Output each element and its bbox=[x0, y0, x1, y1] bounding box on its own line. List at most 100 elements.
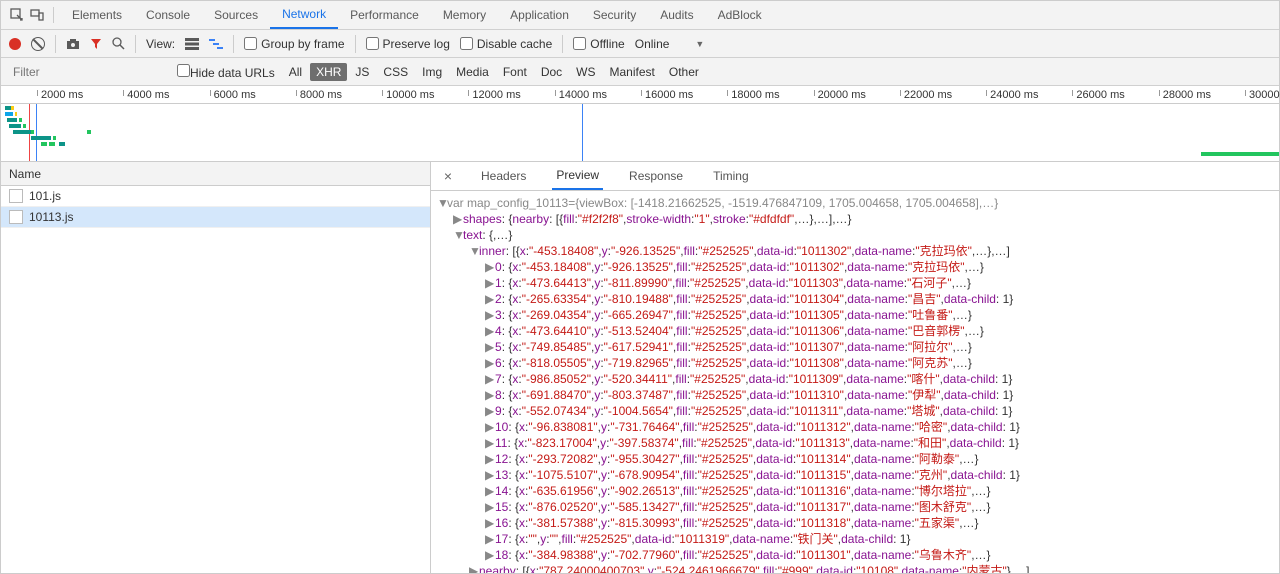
search-icon[interactable] bbox=[112, 37, 125, 50]
network-toolbar: View: Group by frame Preserve log Disabl… bbox=[1, 30, 1279, 58]
tab-application[interactable]: Application bbox=[498, 1, 581, 29]
expand-arrow-icon[interactable]: ▶ bbox=[453, 211, 463, 227]
hide-data-urls-checkbox[interactable]: Hide data URLs bbox=[177, 64, 275, 80]
expand-arrow-icon[interactable]: ▶ bbox=[485, 419, 495, 435]
expand-arrow-icon[interactable]: ▼ bbox=[453, 227, 463, 243]
tree-row[interactable]: ▶13: {x: "-1075.5107", y: "-678.90954", … bbox=[485, 467, 1273, 483]
expand-arrow-icon[interactable]: ▶ bbox=[485, 403, 495, 419]
expand-arrow-icon[interactable]: ▶ bbox=[469, 563, 479, 573]
expand-arrow-icon[interactable]: ▶ bbox=[485, 291, 495, 307]
details-tab-timing[interactable]: Timing bbox=[709, 162, 753, 190]
filter-js[interactable]: JS bbox=[349, 63, 375, 81]
tree-row[interactable]: ▶11: {x: "-823.17004", y: "-397.58374", … bbox=[485, 435, 1273, 451]
filter-font[interactable]: Font bbox=[497, 63, 533, 81]
tree-row[interactable]: ▼inner: [{x: "-453.18408", y: "-926.1352… bbox=[469, 243, 1273, 259]
filter-img[interactable]: Img bbox=[416, 63, 448, 81]
expand-arrow-icon[interactable]: ▶ bbox=[485, 387, 495, 403]
tab-security[interactable]: Security bbox=[581, 1, 648, 29]
tree-row[interactable]: ▼text: {,…} bbox=[453, 227, 1273, 243]
request-list: Name 101.js10113.js bbox=[1, 162, 431, 573]
expand-arrow-icon[interactable]: ▶ bbox=[485, 371, 495, 387]
expand-arrow-icon[interactable]: ▶ bbox=[485, 339, 495, 355]
tab-adblock[interactable]: AdBlock bbox=[706, 1, 774, 29]
tab-console[interactable]: Console bbox=[134, 1, 202, 29]
filter-xhr[interactable]: XHR bbox=[310, 63, 347, 81]
tree-row[interactable]: ▶2: {x: "-265.63354", y: "-810.19488", f… bbox=[485, 291, 1273, 307]
expand-arrow-icon[interactable]: ▶ bbox=[485, 515, 495, 531]
tree-row[interactable]: ▶5: {x: "-749.85485", y: "-617.52941", f… bbox=[485, 339, 1273, 355]
expand-arrow-icon[interactable]: ▶ bbox=[485, 275, 495, 291]
tab-performance[interactable]: Performance bbox=[338, 1, 431, 29]
large-rows-icon[interactable] bbox=[185, 38, 199, 50]
tab-sources[interactable]: Sources bbox=[202, 1, 270, 29]
filter-other[interactable]: Other bbox=[663, 63, 705, 81]
tree-row[interactable]: ▶4: {x: "-473.64410", y: "-513.52404", f… bbox=[485, 323, 1273, 339]
filter-doc[interactable]: Doc bbox=[535, 63, 568, 81]
expand-arrow-icon[interactable]: ▶ bbox=[485, 451, 495, 467]
tree-row[interactable]: ▼var map_config_10113={viewBox: [-1418.2… bbox=[437, 195, 1273, 211]
tree-row[interactable]: ▶12: {x: "-293.72082", y: "-955.30427", … bbox=[485, 451, 1273, 467]
network-timeline[interactable]: 2000 ms4000 ms6000 ms8000 ms10000 ms1200… bbox=[1, 86, 1279, 162]
filter-css[interactable]: CSS bbox=[377, 63, 414, 81]
expand-arrow-icon[interactable]: ▶ bbox=[485, 499, 495, 515]
inspect-icon[interactable] bbox=[7, 5, 27, 25]
waterfall-toggle-icon[interactable] bbox=[209, 38, 223, 50]
details-tab-preview[interactable]: Preview bbox=[552, 162, 603, 190]
tree-row[interactable]: ▶17: {x: "", y: "", fill: "#252525", dat… bbox=[485, 531, 1273, 547]
list-item[interactable]: 10113.js bbox=[1, 207, 430, 228]
tree-row[interactable]: ▶6: {x: "-818.05505", y: "-719.82965", f… bbox=[485, 355, 1273, 371]
tree-row[interactable]: ▶16: {x: "-381.57388", y: "-815.30993", … bbox=[485, 515, 1273, 531]
expand-arrow-icon[interactable]: ▶ bbox=[485, 467, 495, 483]
filter-ws[interactable]: WS bbox=[570, 63, 601, 81]
column-header-name[interactable]: Name bbox=[1, 162, 430, 186]
tree-row[interactable]: ▶15: {x: "-876.02520", y: "-585.13427", … bbox=[485, 499, 1273, 515]
network-filter-bar: Hide data URLs AllXHRJSCSSImgMediaFontDo… bbox=[1, 58, 1279, 86]
expand-arrow-icon[interactable]: ▶ bbox=[485, 307, 495, 323]
tab-memory[interactable]: Memory bbox=[431, 1, 498, 29]
preview-pane[interactable]: ▼var map_config_10113={viewBox: [-1418.2… bbox=[431, 191, 1279, 573]
expand-arrow-icon[interactable]: ▶ bbox=[485, 547, 495, 563]
expand-arrow-icon[interactable]: ▶ bbox=[485, 435, 495, 451]
tree-row[interactable]: ▶14: {x: "-635.61956", y: "-902.26513", … bbox=[485, 483, 1273, 499]
expand-arrow-icon[interactable]: ▶ bbox=[485, 531, 495, 547]
tree-row[interactable]: ▶3: {x: "-269.04354", y: "-665.26947", f… bbox=[485, 307, 1273, 323]
capture-screenshot-icon[interactable] bbox=[66, 38, 80, 50]
view-label: View: bbox=[146, 37, 175, 51]
expand-arrow-icon[interactable]: ▶ bbox=[485, 323, 495, 339]
list-item[interactable]: 101.js bbox=[1, 186, 430, 207]
offline-checkbox[interactable]: Offline bbox=[573, 37, 624, 51]
tree-row[interactable]: ▶shapes: {nearby: [{fill: "#f2f2f8", str… bbox=[453, 211, 1273, 227]
expand-arrow-icon[interactable]: ▶ bbox=[485, 483, 495, 499]
filter-all[interactable]: All bbox=[283, 63, 308, 81]
device-toggle-icon[interactable] bbox=[27, 5, 47, 25]
filter-toggle-icon[interactable] bbox=[90, 38, 102, 50]
tree-row[interactable]: ▶1: {x: "-473.64413", y: "-811.89990", f… bbox=[485, 275, 1273, 291]
filter-media[interactable]: Media bbox=[450, 63, 495, 81]
filter-manifest[interactable]: Manifest bbox=[604, 63, 661, 81]
disable-cache-checkbox[interactable]: Disable cache bbox=[460, 37, 552, 51]
tab-elements[interactable]: Elements bbox=[60, 1, 134, 29]
tree-row[interactable]: ▶0: {x: "-453.18408", y: "-926.13525", f… bbox=[485, 259, 1273, 275]
close-icon[interactable]: × bbox=[437, 168, 459, 184]
tree-row[interactable]: ▶8: {x: "-691.88470", y: "-803.37487", f… bbox=[485, 387, 1273, 403]
tree-row[interactable]: ▶18: {x: "-384.98388", y: "-702.77960", … bbox=[485, 547, 1273, 563]
expand-arrow-icon[interactable]: ▼ bbox=[437, 195, 447, 211]
tree-row[interactable]: ▶7: {x: "-986.85052", y: "-520.34411", f… bbox=[485, 371, 1273, 387]
group-by-frame-checkbox[interactable]: Group by frame bbox=[244, 37, 344, 51]
expand-arrow-icon[interactable]: ▼ bbox=[469, 243, 479, 259]
details-tab-headers[interactable]: Headers bbox=[477, 162, 530, 190]
details-tab-response[interactable]: Response bbox=[625, 162, 687, 190]
tab-audits[interactable]: Audits bbox=[648, 1, 705, 29]
clear-button[interactable] bbox=[31, 37, 45, 51]
preserve-log-checkbox[interactable]: Preserve log bbox=[366, 37, 450, 51]
throttle-dropdown[interactable]: Online▼ bbox=[635, 37, 705, 51]
tree-row[interactable]: ▶10: {x: "-96.838081", y: "-731.76464", … bbox=[485, 419, 1273, 435]
tree-row[interactable]: ▶nearby: [{x: "787.24000400703", y: "-52… bbox=[469, 563, 1273, 573]
record-button[interactable] bbox=[9, 38, 21, 50]
expand-arrow-icon[interactable]: ▶ bbox=[485, 259, 495, 275]
filter-input[interactable] bbox=[9, 63, 169, 81]
tree-row[interactable]: ▶9: {x: "-552.07434", y: "-1004.5654", f… bbox=[485, 403, 1273, 419]
file-icon bbox=[9, 210, 23, 224]
tab-network[interactable]: Network bbox=[270, 1, 338, 29]
expand-arrow-icon[interactable]: ▶ bbox=[485, 355, 495, 371]
